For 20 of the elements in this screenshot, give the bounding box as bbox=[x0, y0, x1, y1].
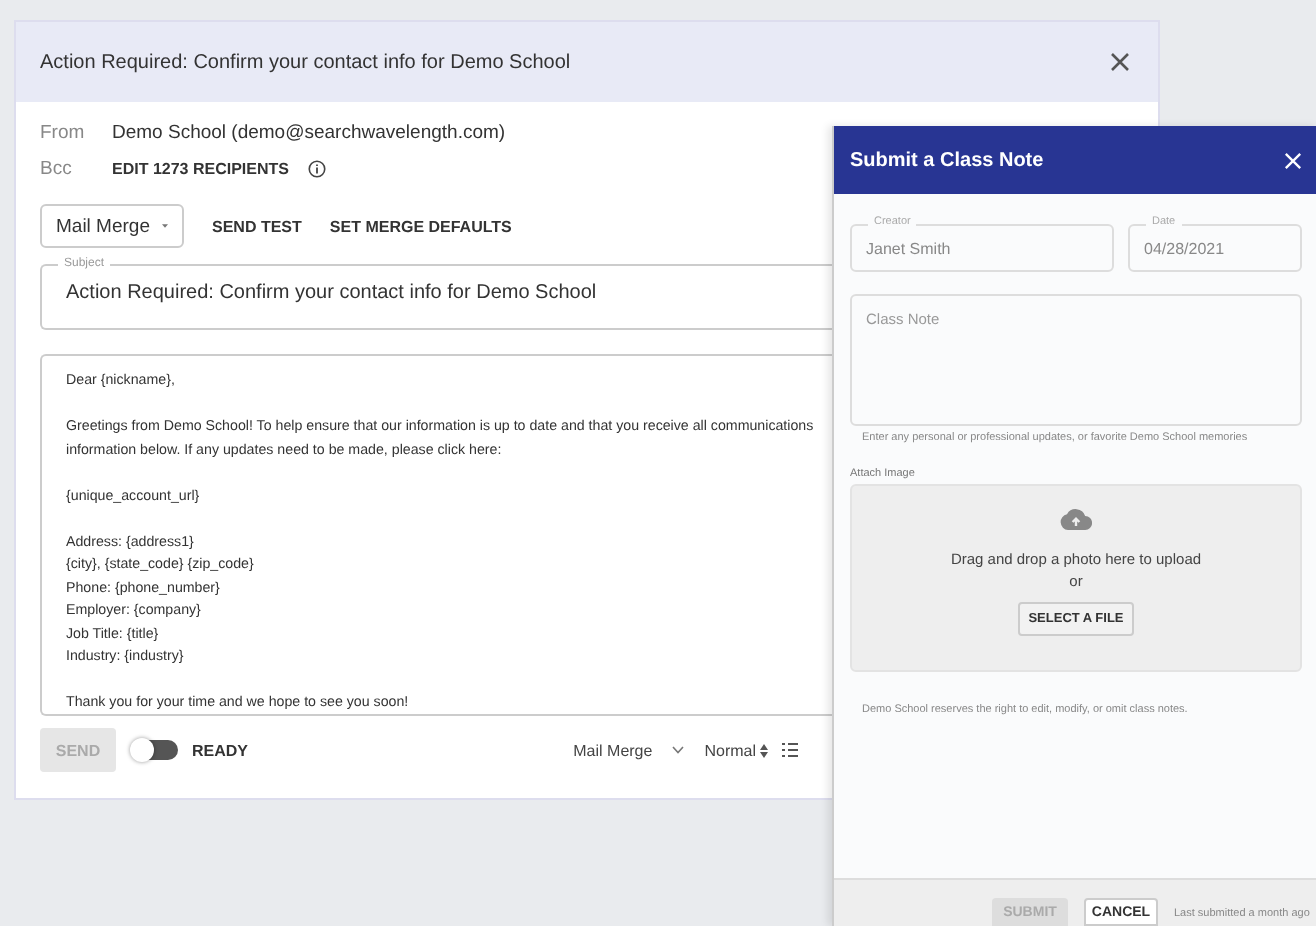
email-title: Action Required: Confirm your contact info for Demo School bbox=[40, 51, 571, 73]
chevron-down-icon[interactable] bbox=[672, 746, 685, 754]
ready-label: READY bbox=[192, 741, 249, 759]
cloud-upload-icon bbox=[1060, 508, 1092, 530]
panel-title: Submit a Class Note bbox=[850, 149, 1044, 171]
text-style-menu[interactable]: Normal bbox=[704, 741, 756, 759]
sender-address: Demo School (demo@searchwavelength.com) bbox=[112, 121, 506, 143]
ready-toggle[interactable] bbox=[134, 740, 178, 760]
mail-merge-menu[interactable]: Mail Merge bbox=[573, 741, 653, 759]
info-icon[interactable] bbox=[308, 159, 327, 177]
from-label: From bbox=[40, 121, 87, 143]
caret-icon[interactable] bbox=[162, 222, 168, 230]
toolbar-link[interactable]: SEND TEST bbox=[212, 217, 302, 235]
edit-recipients-link[interactable]: EDIT 1273 RECIPIENTS bbox=[112, 159, 289, 177]
list-icon[interactable] bbox=[782, 742, 798, 758]
toolbar-link[interactable]: SET MERGE DEFAULTS bbox=[329, 217, 512, 235]
bcc-label: Bcc bbox=[40, 157, 74, 179]
close-icon[interactable] bbox=[1110, 52, 1130, 72]
sort-arrows-icon[interactable] bbox=[760, 743, 768, 757]
mail-merge-dropdown[interactable]: Mail Merge bbox=[40, 204, 184, 248]
